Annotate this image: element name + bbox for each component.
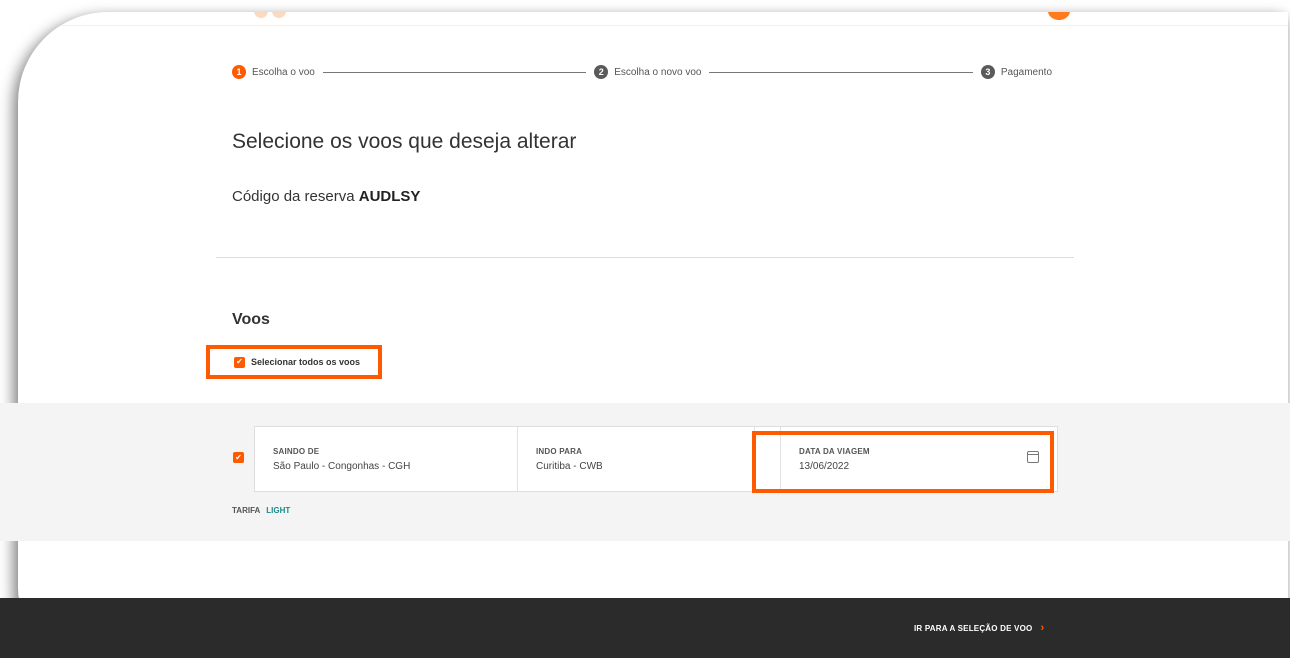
fare-value: LIGHT xyxy=(266,506,291,515)
booking-code-line: Código da reserva AUDLSY xyxy=(232,188,420,205)
checkbox-checked-icon[interactable]: ✔ xyxy=(234,356,245,368)
step-3: 3 Pagamento xyxy=(980,65,1053,79)
origin-label: SAINDO DE xyxy=(273,447,320,456)
chevron-right-icon: › xyxy=(1040,622,1045,634)
destination-field[interactable]: INDO PARA Curitiba - CWB xyxy=(518,427,755,491)
step-connector xyxy=(322,71,587,73)
step-2-label: Escolha o novo voo xyxy=(614,66,702,78)
booking-code-label: Código da reserva xyxy=(232,188,355,205)
destination-label: INDO PARA xyxy=(536,447,583,456)
footer-bar: IR PARA A SELEÇÃO DE VOO › xyxy=(0,598,1290,658)
select-all-flights-checkbox[interactable]: ✔ Selecionar todos os voos xyxy=(206,345,382,379)
fare-info: TARIFA LIGHT xyxy=(232,506,290,515)
booking-code: AUDLSY xyxy=(358,188,421,205)
step-3-number: 3 xyxy=(980,65,995,79)
step-connector xyxy=(709,71,973,73)
screenshot-frame xyxy=(18,12,1288,658)
flight-card: SAINDO DE São Paulo - Congonhas - CGH IN… xyxy=(254,426,1058,492)
step-2: 2 Escolha o novo voo xyxy=(594,65,701,79)
section-divider xyxy=(216,257,1074,258)
travel-date-field[interactable]: DATA DA VIAGEM 13/06/2022 xyxy=(781,427,1057,491)
select-all-label: Selecionar todos os voos xyxy=(251,357,361,367)
step-2-number: 2 xyxy=(594,65,609,79)
logo xyxy=(254,12,302,18)
origin-field[interactable]: SAINDO DE São Paulo - Congonhas - CGH xyxy=(255,427,518,491)
travel-date-label: DATA DA VIAGEM xyxy=(799,447,870,456)
flight-checkbox[interactable]: ✔ xyxy=(233,452,244,463)
page-title: Selecione os voos que deseja alterar xyxy=(232,130,577,153)
avatar[interactable] xyxy=(1048,12,1070,20)
header-strip xyxy=(18,12,1288,26)
stepper: 1 Escolha o voo 2 Escolha o novo voo 3 P… xyxy=(232,64,1052,80)
travel-date-value: 13/06/2022 xyxy=(799,461,850,472)
go-to-flight-selection-button[interactable]: IR PARA A SELEÇÃO DE VOO › xyxy=(914,622,1044,634)
calendar-icon[interactable] xyxy=(1027,451,1039,463)
origin-value: São Paulo - Congonhas - CGH xyxy=(273,461,411,472)
field-spacer xyxy=(755,427,781,491)
step-1: 1 Escolha o voo xyxy=(232,65,315,79)
flights-section-title: Voos xyxy=(232,311,270,328)
go-to-flight-selection-label: IR PARA A SELEÇÃO DE VOO xyxy=(914,623,1033,633)
step-1-number: 1 xyxy=(232,65,246,79)
step-3-label: Pagamento xyxy=(1000,66,1053,78)
step-1-label: Escolha o voo xyxy=(252,66,315,78)
destination-value: Curitiba - CWB xyxy=(536,461,603,472)
fare-label: TARIFA xyxy=(232,506,260,515)
